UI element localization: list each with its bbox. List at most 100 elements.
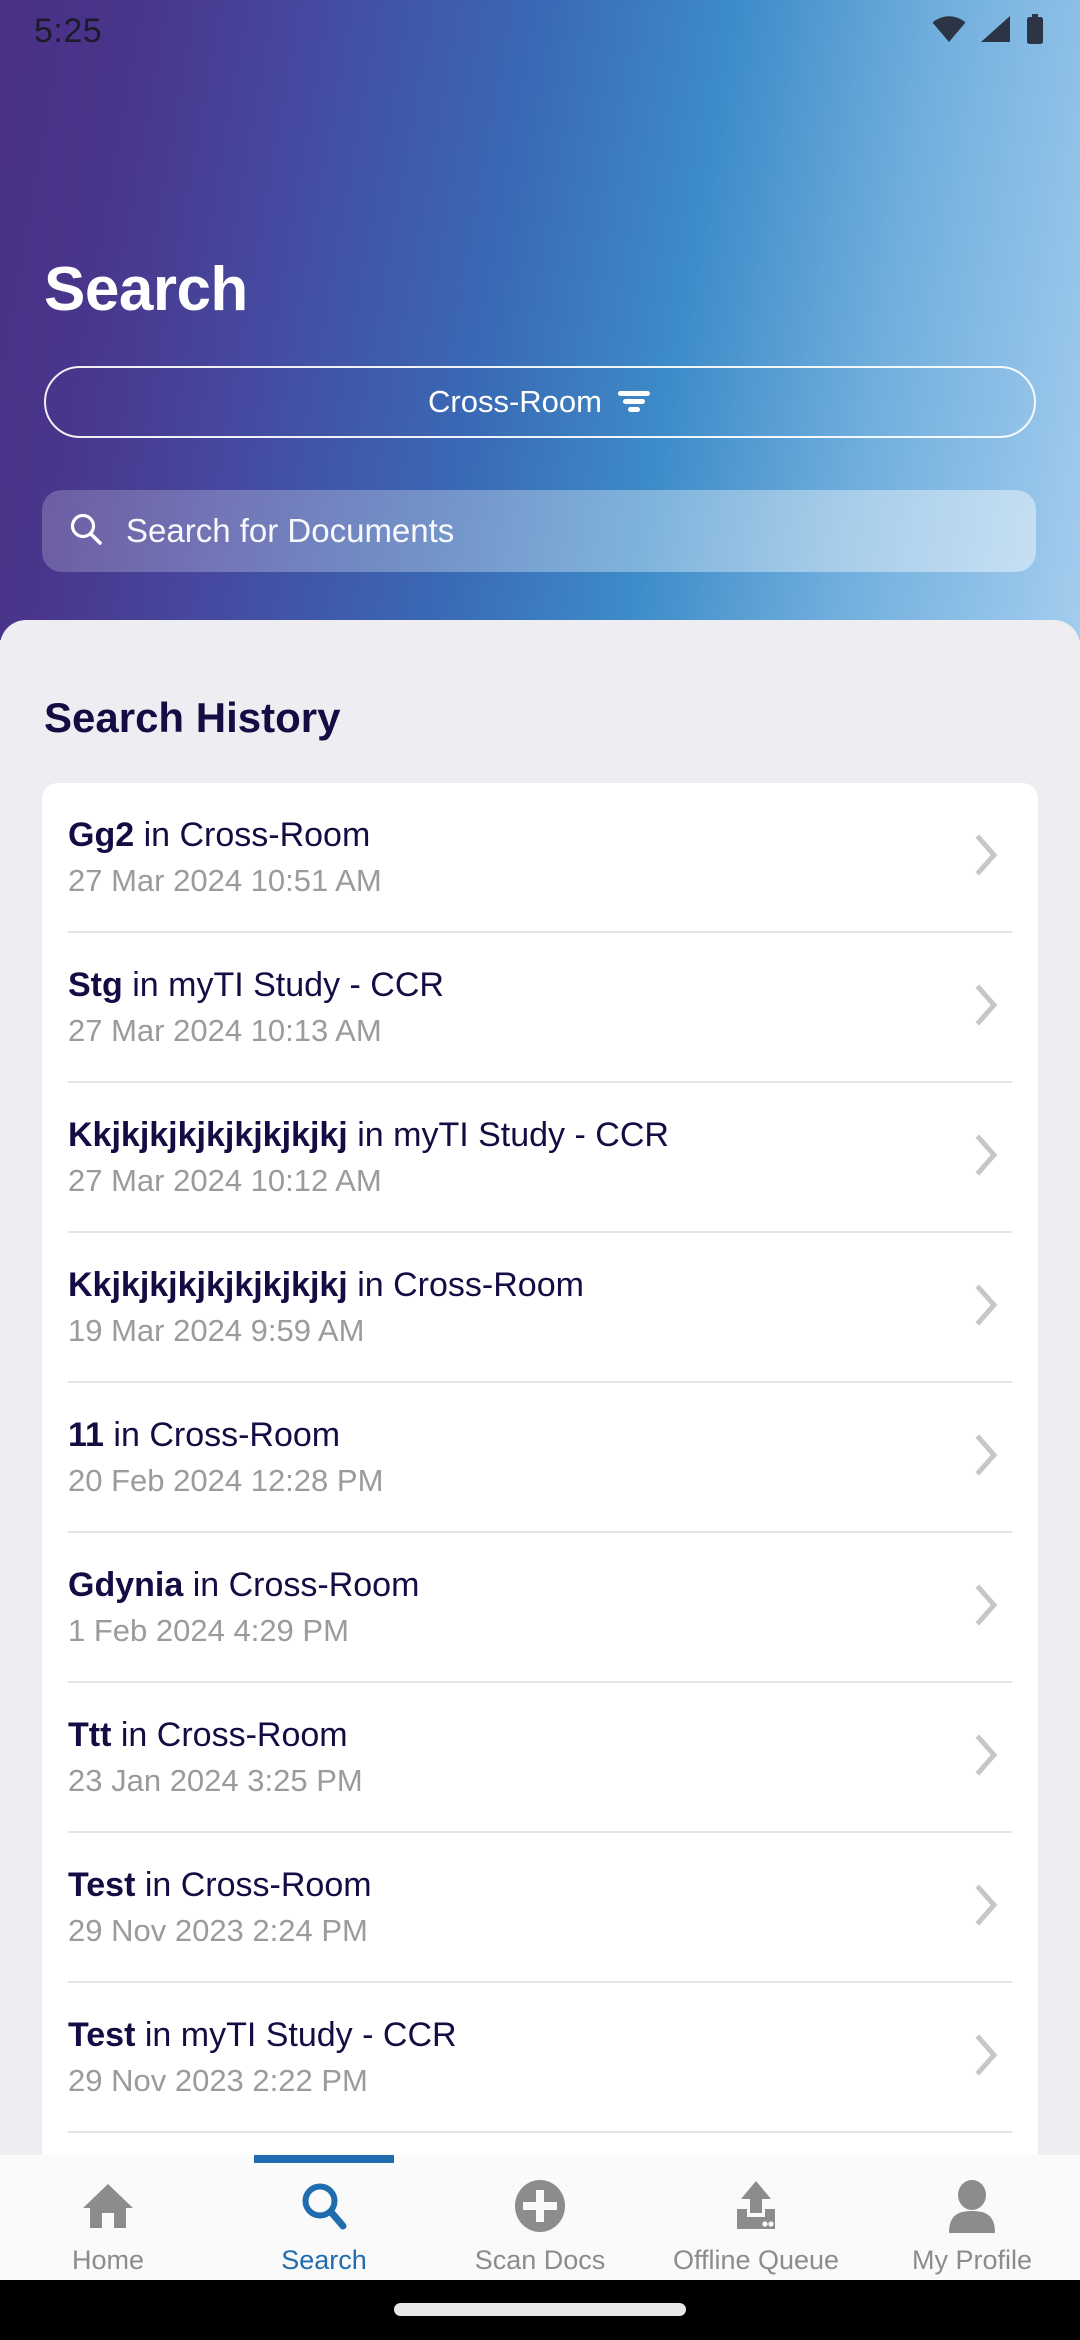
search-history-row[interactable]: 11 in Cross-Room 20 Feb 2024 12:28 PM: [68, 1383, 1012, 1533]
search-history-room: Cross-Room: [149, 1415, 341, 1454]
search-history-row[interactable]: Kkjkjkjkjkjkjkjkjkj in Cross-Room 19 Mar …: [68, 1233, 1012, 1383]
chevron-right-icon: [974, 2033, 1000, 2082]
chevron-right-icon: [974, 1283, 1000, 1332]
nav-item-scan-docs[interactable]: Scan Docs: [432, 2155, 648, 2280]
search-history-timestamp: 1 Feb 2024 4:29 PM: [68, 1613, 349, 1649]
search-history-timestamp: 19 Mar 2024 9:59 AM: [68, 1313, 365, 1349]
search-history-term: 11: [68, 1415, 104, 1454]
search-history-row[interactable]: Gdynia in Cross-Room 1 Feb 2024 4:29 PM: [68, 1533, 1012, 1683]
search-history-connector: in: [134, 815, 180, 854]
nav-item-offline-queue[interactable]: Offline Queue: [648, 2155, 864, 2280]
search-history-room: Cross-Room: [156, 1715, 348, 1754]
battery-icon: [1026, 14, 1044, 49]
search-history-connector: in: [347, 1115, 394, 1154]
status-bar-clock: 5:25: [34, 12, 103, 50]
chevron-right-icon: [974, 1583, 1000, 1632]
search-history-row[interactable]: Kkjkjkjkjkjkjkjkjkj in myTI Study - CCR 2…: [68, 1083, 1012, 1233]
search-history-room: Cross-Room: [180, 1865, 372, 1904]
search-history-row-text: Kkjkjkjkjkjkjkjkjkj in Cross-Room 19 Mar …: [68, 1265, 974, 1349]
search-history-term: Kkjkjkjkjkjkjkjkjkj: [68, 1265, 348, 1304]
search-history-term: Stg: [68, 965, 123, 1004]
search-history-row-text: Test in Cross-Room 29 Nov 2023 2:24 PM: [68, 1865, 974, 1949]
chevron-right-icon: [974, 983, 1000, 1032]
search-input-placeholder: Search for Documents: [126, 512, 455, 549]
room-scope-selector[interactable]: Cross-Room: [44, 366, 1036, 438]
search-history-row-text: Kkjkjkjkjkjkjkjkjkj in myTI Study - CCR 2…: [68, 1115, 974, 1199]
search-history-connector: in: [347, 1265, 394, 1304]
search-history-timestamp: 27 Mar 2024 10:12 AM: [68, 1163, 382, 1199]
section-title-search-history: Search History: [44, 694, 341, 741]
search-icon: [68, 511, 104, 552]
search-history-room: myTI Study - CCR: [393, 1115, 669, 1154]
nav-item-search[interactable]: Search: [216, 2155, 432, 2280]
search-history-timestamp: 20 Feb 2024 12:28 PM: [68, 1463, 384, 1499]
search-history-connector: in: [111, 1715, 157, 1754]
search-history-connector: in: [135, 1865, 181, 1904]
search-history-row-title: 11 in Cross-Room: [68, 1415, 974, 1455]
person-icon: [946, 2177, 998, 2235]
search-history-connector: in: [183, 1565, 229, 1604]
nav-item-label: My Profile: [911, 2245, 1033, 2275]
search-history-row[interactable]: Stg in myTI Study - CCR 27 Mar 2024 10:13…: [68, 933, 1012, 1083]
search-history-row-title: Kkjkjkjkjkjkjkjkjkj in Cross-Room: [68, 1265, 974, 1305]
search-history-timestamp: 29 Nov 2023 2:22 PM: [68, 2063, 368, 2099]
search-history-room: myTI Study - CCR: [180, 2015, 457, 2054]
search-screen: 5:25 Search Cross-Room Search for Docume…: [0, 0, 1080, 2340]
search-history-connector: in: [122, 965, 169, 1004]
page-title: Search: [44, 255, 248, 324]
search-history-room: Cross-Room: [393, 1265, 584, 1304]
chevron-right-icon: [974, 1883, 1000, 1932]
nav-item-my-profile[interactable]: My Profile: [864, 2155, 1080, 2280]
wifi-icon: [932, 16, 966, 47]
search-history-timestamp: 27 Mar 2024 10:13 AM: [68, 1013, 382, 1049]
search-history-row-title: Kkjkjkjkjkjkjkjkjkj in myTI Study - CCR: [68, 1115, 974, 1155]
search-input[interactable]: Search for Documents: [42, 490, 1036, 572]
filter-icon: [616, 387, 652, 418]
cellular-signal-icon: [981, 16, 1011, 47]
search-history-connector: in: [103, 1415, 150, 1454]
search-history-row-title: Ttt in Cross-Room: [68, 1715, 974, 1755]
search-history-room: Cross-Room: [179, 815, 371, 854]
nav-active-indicator: [254, 2155, 394, 2163]
search-history-row-text: Gdynia in Cross-Room 1 Feb 2024 4:29 PM: [68, 1565, 974, 1649]
chevron-right-icon: [974, 1133, 1000, 1182]
chevron-right-icon: [974, 1733, 1000, 1782]
nav-item-label: Offline Queue: [672, 2245, 840, 2275]
home-indicator[interactable]: [394, 2303, 686, 2316]
plus-circle-icon: [513, 2177, 567, 2235]
bottom-navigation-bar: Home Search Scan Docs Offline Queue My Profi…: [0, 2155, 1080, 2280]
chevron-right-icon: [974, 1433, 1000, 1482]
home-icon: [80, 2177, 136, 2235]
content-sheet: Search History Gg2 in Cross-Room 27 Mar 2…: [0, 620, 1080, 2155]
search-history-timestamp: 27 Mar 2024 10:51 AM: [68, 863, 382, 899]
search-history-timestamp: 29 Nov 2023 2:24 PM: [68, 1913, 368, 1949]
search-history-row-text: Stg in myTI Study - CCR 27 Mar 2024 10:13…: [68, 965, 974, 1049]
status-bar-icons: [932, 14, 1044, 49]
search-history-row-text: Test in myTI Study - CCR 29 Nov 2023 2:22…: [68, 2015, 974, 2099]
search-history-row-text: 11 in Cross-Room 20 Feb 2024 12:28 PM: [68, 1415, 974, 1499]
search-history-room: Cross-Room: [228, 1565, 420, 1604]
search-history-row-title: Test in myTI Study - CCR: [68, 2015, 974, 2055]
search-history-row-title: Gdynia in Cross-Room: [68, 1565, 974, 1605]
search-history-term: Ttt: [68, 1715, 112, 1754]
nav-item-label: Home: [71, 2245, 145, 2275]
nav-item-home[interactable]: Home: [0, 2155, 216, 2280]
search-history-row-text: Gg2 in Cross-Room 27 Mar 2024 10:51 AM: [68, 815, 974, 899]
search-history-row-title: Stg in myTI Study - CCR: [68, 965, 974, 1005]
search-history-row[interactable]: Test in myTI Study - CCR 29 Nov 2023 2:22…: [68, 1983, 1012, 2133]
nav-item-label: Search: [281, 2245, 367, 2275]
search-history-row[interactable]: Ttt in Cross-Room 23 Jan 2024 3:25 PM: [68, 1683, 1012, 1833]
chevron-right-icon: [974, 833, 1000, 882]
search-history-row-text: Ttt in Cross-Room 23 Jan 2024 3:25 PM: [68, 1715, 974, 1799]
search-history-row[interactable]: Gg2 in Cross-Room 27 Mar 2024 10:51 AM: [68, 783, 1012, 933]
system-gesture-area: [0, 2280, 1080, 2340]
search-history-row-title: Test in Cross-Room: [68, 1865, 974, 1905]
search-history-list: Gg2 in Cross-Room 27 Mar 2024 10:51 AM Stg…: [42, 783, 1038, 2155]
search-icon: [298, 2177, 350, 2235]
search-history-timestamp: 23 Jan 2024 3:25 PM: [68, 1763, 363, 1799]
search-history-term: Gdynia: [68, 1565, 184, 1604]
search-history-row[interactable]: Test in Cross-Room 29 Nov 2023 2:24 PM: [68, 1833, 1012, 1983]
search-history-row-title: Gg2 in Cross-Room: [68, 815, 974, 855]
gradient-header: 5:25 Search Cross-Room Search for Docume…: [0, 0, 1080, 640]
search-history-term: Gg2: [68, 815, 135, 854]
